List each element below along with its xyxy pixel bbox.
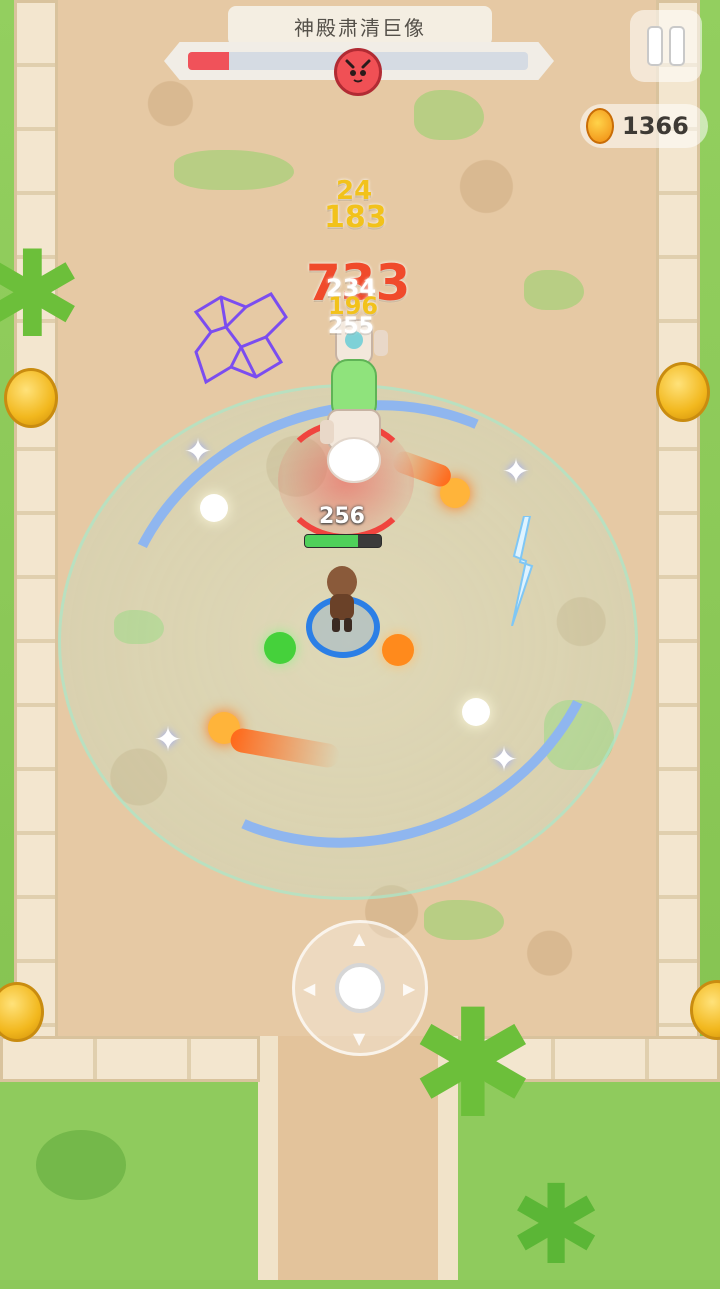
palm-tree: ✱ [410, 978, 536, 1152]
poison-orb [264, 632, 296, 664]
pause-icon [671, 28, 683, 64]
wall-bottom-left [0, 1036, 260, 1082]
wall-right [656, 0, 700, 1040]
palm-tree: ✱ [510, 1161, 603, 1289]
damage-number: 183 [324, 200, 387, 235]
fire-orb [382, 634, 414, 666]
joystick-down-arrow-icon: ▼ [353, 1029, 366, 1048]
player-hp-fill [305, 535, 359, 547]
lightning-net-icon [193, 292, 288, 385]
boss-name-banner: 神殿肃清巨像 [228, 6, 492, 46]
player-hp-label: 256 [319, 504, 365, 529]
joystick-left-arrow-icon: ◀ [303, 979, 316, 998]
coin-count: 1366 [622, 112, 689, 140]
coin-counter: 1366 [580, 104, 708, 148]
player-hp-bar [304, 534, 382, 548]
damage-number: 255 [328, 314, 374, 339]
light-orb [462, 698, 490, 726]
light-orb [200, 494, 228, 522]
player-hero [327, 566, 357, 632]
virtual-joystick[interactable]: ▲ ▼ ◀ ▶ [292, 920, 428, 1056]
pause-icon [649, 28, 661, 64]
bush [36, 1130, 126, 1200]
gold-coin-icon [586, 108, 614, 144]
joystick-knob[interactable] [335, 963, 385, 1013]
joystick-right-arrow-icon: ▶ [403, 979, 416, 998]
gold-urn [4, 368, 58, 428]
orbit-star-icon: ✦ [501, 452, 531, 492]
orbit-star-icon: ✦ [183, 432, 213, 472]
lightning-bolt-icon [511, 516, 534, 626]
palm-tree: ✱ [0, 226, 83, 365]
joystick-up-arrow-icon: ▲ [353, 929, 366, 948]
wall-left [14, 0, 58, 1040]
pause-button[interactable] [630, 10, 702, 82]
orbit-star-icon: ✦ [153, 720, 183, 760]
demon-skull-icon [334, 48, 382, 96]
gold-urn [656, 362, 710, 422]
orbit-star-icon: ✦ [489, 740, 519, 780]
boss-health-fill [188, 52, 229, 70]
